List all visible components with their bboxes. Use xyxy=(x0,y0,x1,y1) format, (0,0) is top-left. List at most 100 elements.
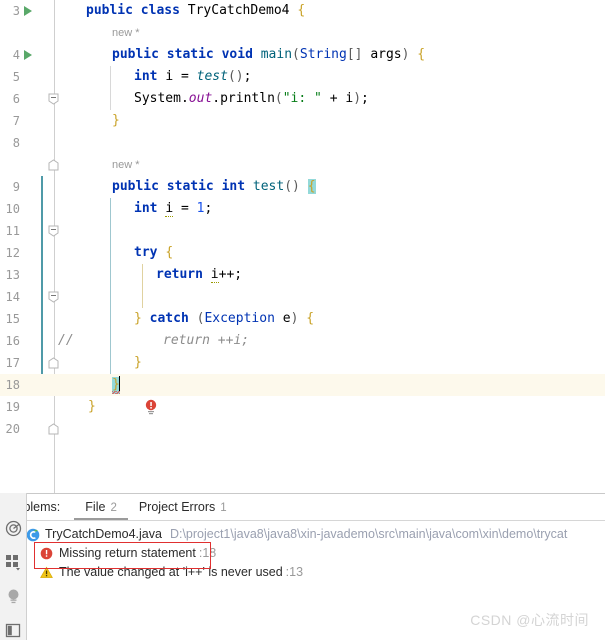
indent-guide xyxy=(110,66,111,88)
line-number: 20 xyxy=(5,422,20,436)
code-line[interactable]: 3 public class TryCatchDemo4 { xyxy=(0,0,605,22)
fold-open-icon[interactable] xyxy=(48,247,59,303)
code-line[interactable]: 4 public static void main(String[] args)… xyxy=(0,44,605,105)
problems-tab-bar: Problems: File 2 Project Errors 1 xyxy=(0,494,605,521)
problem-message: The value changed at 'i++' is never used xyxy=(59,565,283,579)
code-line[interactable]: 12 try { xyxy=(0,242,605,303)
code-line[interactable]: 10 int i = 1; xyxy=(0,198,605,220)
line-code: try { xyxy=(134,245,174,260)
inlay-hint: new * xyxy=(112,159,140,171)
line-number: 4 xyxy=(12,48,20,62)
fold-close-icon[interactable] xyxy=(48,313,59,369)
inlay-hint: new * xyxy=(112,27,140,39)
indent-guide xyxy=(110,220,111,242)
problem-line: :13 xyxy=(285,565,304,579)
line-number: 3 xyxy=(12,4,20,18)
indent-guide xyxy=(142,264,143,286)
indent-guide xyxy=(110,242,111,264)
problem-file-name: TryCatchDemo4.java xyxy=(45,527,162,541)
line-code: System.out.println("i: " + i); xyxy=(134,91,369,106)
tab-project-errors-count: 1 xyxy=(220,502,227,514)
grid-dropdown-icon[interactable] xyxy=(4,553,22,571)
line-code: return i++; xyxy=(156,267,243,283)
problem-item-warning[interactable]: The value changed at 'i++' is never used… xyxy=(26,563,605,582)
text-caret xyxy=(118,376,120,391)
watermark: CSDN @心流时间 xyxy=(470,612,589,628)
line-number: 17 xyxy=(5,356,20,370)
class-name: TryCatchDemo4 xyxy=(187,3,290,18)
code-line[interactable]: 8 xyxy=(0,132,605,154)
line-number: 18 xyxy=(5,378,20,392)
line-number: 19 xyxy=(5,400,20,414)
line-number: 14 xyxy=(5,290,20,304)
line-code: } catch (Exception e) { xyxy=(134,311,315,326)
fold-close-icon[interactable] xyxy=(48,115,59,171)
margin-comment-marker: // xyxy=(58,333,74,348)
indent-guide xyxy=(110,308,111,330)
code-line[interactable]: 9 public static int test() { xyxy=(0,176,605,237)
problem-item-error[interactable]: Missing return statement :18 xyxy=(26,544,605,563)
code-line[interactable]: 19 } xyxy=(0,396,605,418)
code-line[interactable]: 6 System.out.println("i: " + i); xyxy=(0,88,605,110)
problem-file-path: D:\project1\java8\java8\xin-javademo\src… xyxy=(169,527,568,541)
fold-close-icon[interactable] xyxy=(48,379,59,435)
keyword-public: public xyxy=(86,3,133,18)
code-line-current[interactable]: 18 } xyxy=(0,374,605,435)
code-line[interactable]: 11 xyxy=(0,220,605,242)
error-bulb-icon[interactable] xyxy=(66,377,157,415)
tab-project-errors[interactable]: Project Errors 1 xyxy=(128,494,238,520)
code-lines: 3 public class TryCatchDemo4 { new * 4 p… xyxy=(0,0,605,440)
code-line[interactable]: 20 xyxy=(0,418,605,440)
indent-guide xyxy=(110,352,111,374)
lightbulb-icon[interactable] xyxy=(4,587,22,605)
indent-guide xyxy=(110,264,111,286)
line-code: } xyxy=(112,113,120,128)
line-number: 7 xyxy=(12,114,20,128)
radar-icon[interactable] xyxy=(4,519,22,537)
indent-guide xyxy=(110,330,111,352)
line-number: 16 xyxy=(5,334,20,348)
problem-file-row[interactable]: TryCatchDemo4.java D:\project1\java8\jav… xyxy=(26,525,605,544)
line-number: 11 xyxy=(5,224,20,238)
line-number: 9 xyxy=(12,180,20,194)
code-line[interactable]: 5 int i = test(); xyxy=(0,66,605,88)
panel-layout-icon[interactable] xyxy=(4,621,22,639)
code-line[interactable]: 15 } catch (Exception e) { xyxy=(0,308,605,369)
line-code: public static void main(String[] args) { xyxy=(112,47,426,62)
run-gutter-icon[interactable] xyxy=(24,6,32,16)
line-code: int i = test(); xyxy=(134,69,252,84)
tool-sidebar xyxy=(0,493,27,640)
line-code: } xyxy=(88,399,96,414)
code-line[interactable]: 14 xyxy=(0,286,605,308)
line-number: 12 xyxy=(5,246,20,260)
code-line[interactable]: 13 return i++; xyxy=(0,264,605,286)
line-code: int i = 1; xyxy=(134,201,213,217)
line-number: 8 xyxy=(12,136,20,150)
indent-guide xyxy=(110,286,111,308)
problem-line: :18 xyxy=(198,546,217,560)
line-number: 10 xyxy=(5,202,20,216)
indent-guide xyxy=(110,198,111,220)
code-line[interactable]: 16 // return ++i; xyxy=(0,330,605,352)
error-icon xyxy=(40,547,53,560)
tab-file[interactable]: File 2 xyxy=(74,494,128,520)
matched-brace-highlight: { xyxy=(307,179,316,194)
run-gutter-icon[interactable] xyxy=(24,50,32,60)
fold-open-icon[interactable] xyxy=(48,49,59,105)
indent-guide xyxy=(110,88,111,110)
line-number: 13 xyxy=(5,268,20,282)
open-brace: { xyxy=(297,3,306,18)
warning-icon xyxy=(40,566,53,579)
line-number: 6 xyxy=(12,92,20,106)
ide-window: 3 public class TryCatchDemo4 { new * 4 p… xyxy=(0,0,605,640)
fold-open-icon[interactable] xyxy=(48,181,59,237)
warned-expression: i xyxy=(210,267,219,283)
line-code: public class TryCatchDemo4 { xyxy=(86,0,305,22)
code-editor[interactable]: 3 public class TryCatchDemo4 { new * 4 p… xyxy=(0,0,605,493)
tab-file-count: 2 xyxy=(110,502,117,514)
java-file-icon xyxy=(26,528,40,542)
code-line[interactable]: 7 } xyxy=(0,110,605,171)
code-line[interactable]: 17 } xyxy=(0,352,605,374)
line-code: return ++i; xyxy=(163,333,250,348)
tab-file-label: File xyxy=(85,500,106,514)
